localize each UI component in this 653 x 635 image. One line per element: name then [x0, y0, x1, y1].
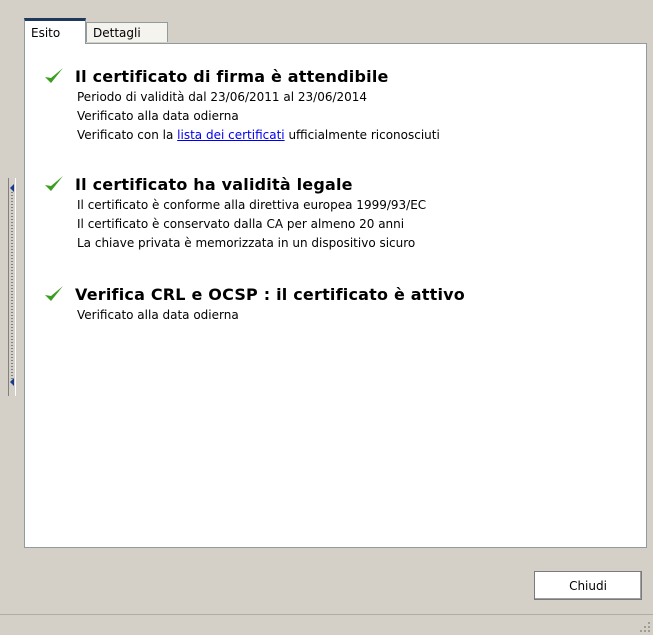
section-title: Il certificato di firma è attendibile — [75, 66, 389, 86]
status-bar — [0, 614, 653, 635]
resize-grip-icon[interactable] — [639, 621, 651, 633]
section-legal-validity: Il certificato ha validità legale Il cer… — [43, 172, 426, 253]
directive-compliance: Il certificato è conforme alla direttiva… — [77, 198, 427, 212]
arrow-left-icon[interactable] — [10, 184, 14, 192]
splitter-grip — [11, 192, 13, 382]
certificate-list-link[interactable]: lista dei certificati — [177, 128, 284, 142]
close-button[interactable]: Chiudi — [534, 571, 642, 600]
tab-esito[interactable]: Esito — [24, 18, 86, 44]
verified-list-line: Verificato con la lista dei certificati … — [77, 126, 440, 145]
section-title: Il certificato ha validità legale — [75, 174, 353, 194]
section-header: Il certificato ha validità legale — [43, 172, 426, 196]
secure-device: La chiave privata è memorizzata in un di… — [77, 236, 416, 250]
arrow-left-icon[interactable] — [10, 378, 14, 386]
section-title: Verifica CRL e OCSP : il certificato è a… — [75, 284, 465, 304]
link-suffix: ufficialmente riconosciuti — [284, 128, 440, 142]
certificate-verification-window: { "tabs": [ {"label": "Esito", "active":… — [0, 0, 653, 635]
link-prefix: Verificato con la — [77, 128, 178, 142]
ca-retention: Il certificato è conservato dalla CA per… — [77, 217, 405, 231]
section-crl-ocsp: Verifica CRL e OCSP : il certificato è a… — [43, 282, 465, 325]
verified-date: Verificato alla data odierna — [77, 109, 239, 123]
check-icon — [45, 68, 63, 83]
section-header: Verifica CRL e OCSP : il certificato è a… — [43, 282, 465, 306]
tab-dettagli[interactable]: Dettagli — [86, 22, 168, 42]
check-icon — [45, 176, 63, 191]
verified-date: Verificato alla data odierna — [77, 308, 239, 322]
section-trusted-certificate: Il certificato di firma è attendibile Pe… — [43, 64, 440, 145]
validity-period: Periodo di validità dal 23/06/2011 al 23… — [77, 90, 368, 104]
check-icon — [45, 286, 63, 301]
section-header: Il certificato di firma è attendibile — [43, 64, 440, 88]
result-panel: Il certificato di firma è attendibile Pe… — [24, 43, 647, 548]
side-panel-splitter[interactable] — [8, 178, 16, 396]
